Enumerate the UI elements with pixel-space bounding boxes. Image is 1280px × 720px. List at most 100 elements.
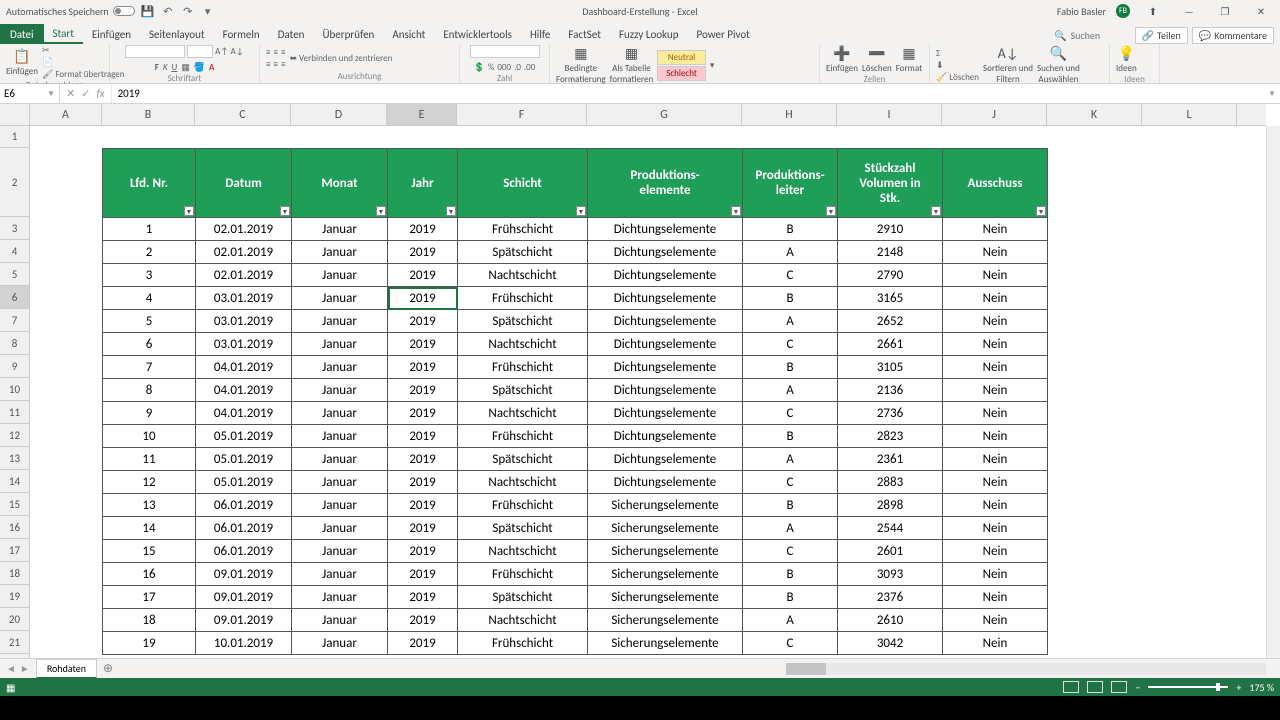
table-cell[interactable]: 2019 [388,540,458,563]
currency-icon[interactable]: 💲 [474,62,485,73]
table-cell[interactable]: Sicherungselemente [588,563,743,586]
view-page-layout-icon[interactable] [1087,681,1103,693]
delete-cells-button[interactable]: ➖Löschen [862,45,892,74]
find-select-button[interactable]: 🔍Suchen und Auswählen [1037,45,1080,85]
table-header[interactable]: StückzahlVolumen inStk.▼ [838,149,943,218]
table-cell[interactable]: Nachtschicht [458,471,588,494]
table-cell[interactable]: Frühschicht [458,356,588,379]
select-all-corner[interactable] [0,104,30,126]
row-header-7[interactable]: 7 [0,309,29,332]
table-cell[interactable]: Frühschicht [458,563,588,586]
table-cell[interactable]: C [743,471,838,494]
table-cell[interactable]: Nein [943,517,1048,540]
table-cell[interactable]: Spätschicht [458,586,588,609]
table-cell[interactable]: 17 [103,586,196,609]
qat-more-icon[interactable]: ▾ [201,4,215,18]
table-header[interactable]: Jahr▼ [388,149,458,218]
table-cell[interactable]: 2019 [388,471,458,494]
table-cell[interactable]: Januar [292,494,388,517]
insert-cells-button[interactable]: ➕Einfügen [826,45,858,74]
column-header-K[interactable]: K [1047,104,1142,125]
table-cell[interactable]: 3165 [838,287,943,310]
table-cell[interactable]: Nein [943,448,1048,471]
table-cell[interactable]: 13 [103,494,196,517]
table-cell[interactable]: 2019 [388,586,458,609]
table-cell[interactable]: Januar [292,448,388,471]
table-cell[interactable]: Frühschicht [458,494,588,517]
table-cell[interactable]: 03.01.2019 [196,287,292,310]
row-header-14[interactable]: 14 [0,470,29,493]
autosave-toggle[interactable]: Automatisches Speichern [6,5,135,18]
table-cell[interactable]: 6 [103,333,196,356]
table-cell[interactable]: Sicherungselemente [588,609,743,632]
table-cell[interactable]: 14 [103,517,196,540]
table-cell[interactable]: 2019 [388,333,458,356]
table-cell[interactable]: Januar [292,310,388,333]
filter-icon[interactable]: ▼ [184,206,194,216]
table-cell[interactable]: Nein [943,287,1048,310]
zoom-out-icon[interactable]: − [1135,681,1140,694]
table-cell[interactable]: A [743,241,838,264]
row-header-21[interactable]: 21 [0,631,29,654]
table-cell[interactable]: Sicherungselemente [588,586,743,609]
table-cell[interactable]: Januar [292,241,388,264]
clear-button[interactable]: 🧹 Löschen [936,72,979,83]
table-cell[interactable]: 4 [103,287,196,310]
filter-icon[interactable]: ▼ [1036,206,1046,216]
table-cell[interactable]: 2019 [388,563,458,586]
table-cell[interactable]: 2652 [838,310,943,333]
table-cell[interactable]: 04.01.2019 [196,379,292,402]
table-cell[interactable]: 2019 [388,379,458,402]
table-cell[interactable]: 06.01.2019 [196,494,292,517]
table-cell[interactable]: Nein [943,425,1048,448]
table-cell[interactable]: Januar [292,264,388,287]
table-cell[interactable]: Januar [292,471,388,494]
table-cell[interactable]: 09.01.2019 [196,586,292,609]
table-cell[interactable]: Nein [943,333,1048,356]
table-cell[interactable]: 2019 [388,632,458,655]
row-header-3[interactable]: 3 [0,217,29,240]
table-cell[interactable]: Dichtungselemente [588,287,743,310]
table-cell[interactable]: 2544 [838,517,943,540]
row-header-6[interactable]: 6 [0,286,29,309]
table-cell[interactable]: 2019 [388,609,458,632]
table-cell[interactable]: Nachtschicht [458,540,588,563]
zoom-slider[interactable] [1148,686,1228,688]
table-cell[interactable]: Nachtschicht [458,264,588,287]
table-cell[interactable]: Dichtungselemente [588,310,743,333]
table-cell[interactable]: 02.01.2019 [196,264,292,287]
table-cell[interactable]: Nein [943,609,1048,632]
table-cell[interactable]: 10.01.2019 [196,632,292,655]
tab-daten[interactable]: Daten [269,24,314,44]
filter-icon[interactable]: ▼ [376,206,386,216]
column-header-B[interactable]: B [102,104,195,125]
align-bottom-icon[interactable]: ≡ [281,47,285,58]
row-headers[interactable]: 123456789101112131415161718192021 [0,126,30,658]
border-button[interactable]: ▦ [181,62,190,73]
save-icon[interactable]: 💾 [141,4,155,18]
row-header-19[interactable]: 19 [0,585,29,608]
format-cells-button[interactable]: ▦Format [896,45,922,74]
table-cell[interactable]: 2019 [388,310,458,333]
table-cell[interactable]: 19 [103,632,196,655]
tab-seitenlayout[interactable]: Seitenlayout [140,24,214,44]
table-cell[interactable]: B [743,356,838,379]
column-header-A[interactable]: A [30,104,102,125]
table-cell[interactable]: 5 [103,310,196,333]
filter-icon[interactable]: ▼ [731,206,741,216]
table-cell[interactable]: 02.01.2019 [196,241,292,264]
row-header-12[interactable]: 12 [0,424,29,447]
macro-record-icon[interactable]: ▦ [6,681,15,694]
zoom-in-icon[interactable]: + [1236,681,1241,694]
table-cell[interactable]: Dichtungselemente [588,264,743,287]
table-header[interactable]: Produktions-leiter▼ [743,149,838,218]
align-right-icon[interactable]: ≡ [281,59,285,70]
table-cell[interactable]: Nein [943,632,1048,655]
table-cell[interactable]: 10 [103,425,196,448]
column-header-D[interactable]: D [291,104,387,125]
table-cell[interactable]: 04.01.2019 [196,356,292,379]
row-header-13[interactable]: 13 [0,447,29,470]
increase-font-icon[interactable]: A↑ [215,45,228,58]
maximize-button[interactable]: ❐ [1212,1,1238,21]
table-header[interactable]: Ausschuss▼ [943,149,1048,218]
